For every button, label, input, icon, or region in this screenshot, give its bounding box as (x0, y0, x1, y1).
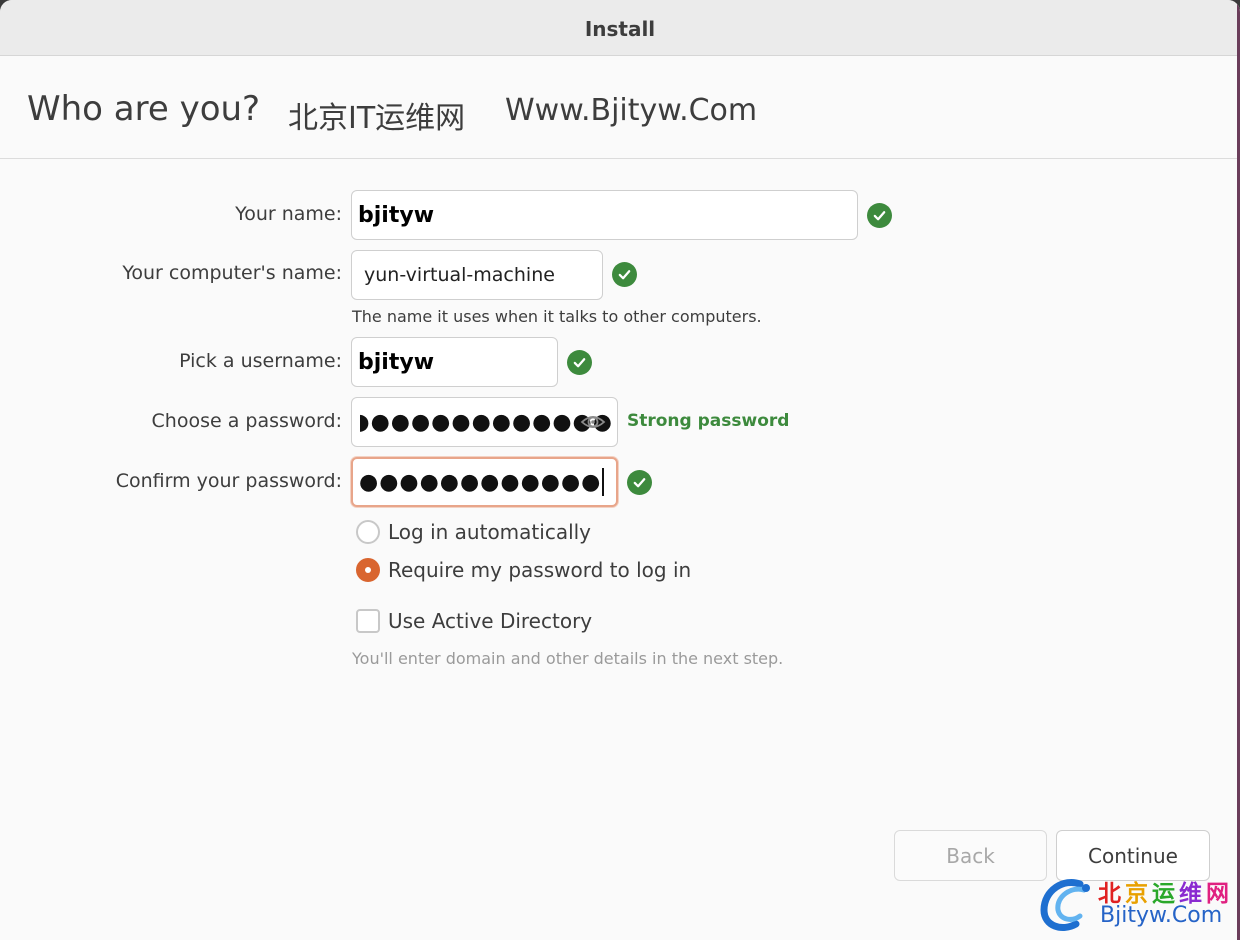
password-strength-label: Strong password (627, 411, 790, 431)
require-password-option[interactable]: Require my password to log in (356, 558, 691, 582)
watermark-text-cn: 北京IT运维网 (288, 101, 466, 136)
computer-name-hint: The name it uses when it talks to other … (352, 307, 762, 326)
show-password-eye-icon[interactable] (580, 410, 606, 434)
active-directory-checkbox[interactable] (356, 609, 380, 633)
page-title: Who are you? (27, 89, 261, 129)
password-masked-value: ◗●●●●●●●●●●●● (358, 409, 613, 435)
password-field[interactable]: ◗●●●●●●●●●●●● (351, 397, 618, 447)
watermark-text-en: Www.Bjityw.Com (505, 93, 758, 128)
computer-name-valid-check-icon (612, 262, 637, 287)
name-valid-check-icon (867, 203, 892, 228)
active-directory-label: Use Active Directory (388, 609, 593, 633)
login-automatically-radio[interactable] (356, 520, 380, 544)
computer-name-label: Your computer's name: (122, 262, 342, 284)
username-valid-check-icon (567, 350, 592, 375)
require-password-label: Require my password to log in (388, 558, 692, 582)
logo-swirl-icon (1040, 879, 1090, 931)
page-header: Who are you? 北京IT运维网 Www.Bjityw.Com (0, 56, 1240, 159)
text-caret (602, 468, 605, 496)
password-label: Choose a password: (151, 410, 342, 432)
installer-window: Install Who are you? 北京IT运维网 Www.Bjityw.… (0, 0, 1240, 940)
login-automatically-option[interactable]: Log in automatically (356, 520, 591, 544)
window-title: Install (584, 17, 656, 41)
your-name-input[interactable] (358, 191, 857, 239)
active-directory-hint: You'll enter domain and other details in… (352, 649, 784, 668)
active-directory-option[interactable]: Use Active Directory (356, 609, 592, 633)
logo-text-en: Bjityw.Com (1100, 903, 1223, 928)
confirm-password-valid-check-icon (627, 470, 652, 495)
computer-name-input[interactable] (358, 251, 602, 299)
confirm-password-label: Confirm your password: (115, 470, 342, 492)
your-name-field[interactable] (351, 190, 858, 240)
your-name-label: Your name: (235, 203, 342, 225)
login-automatically-label: Log in automatically (388, 520, 592, 544)
bjityw-logo: 北京运维网 Bjityw.Com (1036, 872, 1236, 936)
back-button[interactable]: Back (894, 830, 1047, 881)
username-input[interactable] (358, 338, 557, 386)
title-bar: Install (0, 0, 1240, 56)
computer-name-field[interactable] (351, 250, 603, 300)
username-label: Pick a username: (179, 350, 342, 372)
confirm-password-masked-value: ●●●●●●●●●●●● (359, 469, 602, 495)
confirm-password-field[interactable]: ●●●●●●●●●●●● (351, 457, 618, 507)
require-password-radio[interactable] (356, 558, 380, 582)
username-field[interactable] (351, 337, 558, 387)
